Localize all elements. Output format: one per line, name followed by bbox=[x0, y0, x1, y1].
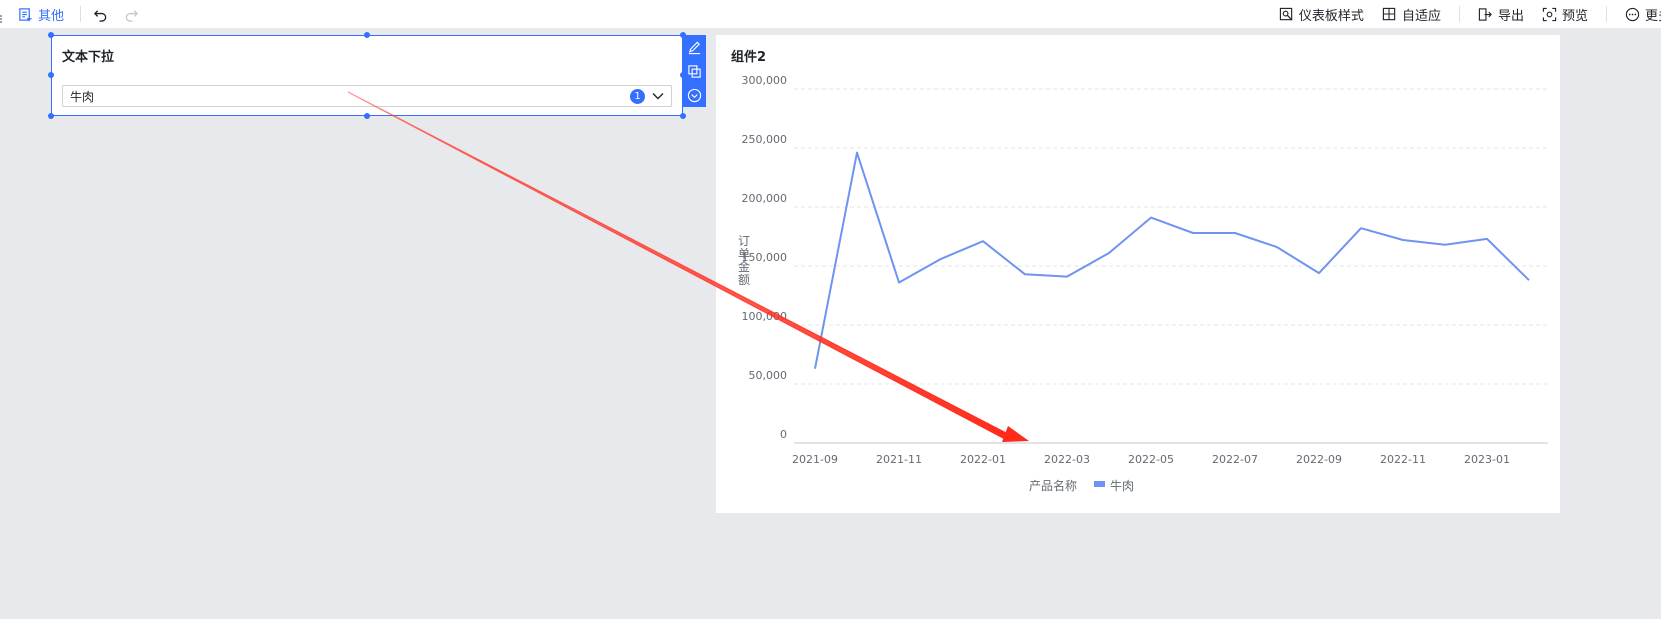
x-tick-label: 2022-03 bbox=[1044, 453, 1090, 466]
x-tick-label: 2022-05 bbox=[1128, 453, 1174, 466]
dashboard-style-button[interactable]: 仪表板样式 bbox=[1279, 5, 1364, 24]
resize-handle-top-center[interactable] bbox=[364, 32, 370, 38]
grid-lines bbox=[794, 88, 1548, 385]
toolbar-divider-right-2 bbox=[1605, 6, 1607, 22]
dashboard-style-icon bbox=[1279, 7, 1293, 21]
selected-count-badge: 1 bbox=[630, 88, 645, 104]
x-tick-label: 2021-09 bbox=[792, 453, 838, 466]
x-tick-label: 2023-01 bbox=[1464, 453, 1510, 466]
y-tick-label: 300,000 bbox=[742, 74, 788, 87]
toolbar-left-group: 其他 bbox=[0, 0, 139, 28]
series-line[interactable] bbox=[814, 151, 1530, 369]
more-icon bbox=[1625, 7, 1640, 21]
other-button[interactable]: 其他 bbox=[18, 5, 64, 24]
resize-handle-bottom-left[interactable] bbox=[48, 113, 54, 119]
collapse-circle-icon[interactable] bbox=[687, 88, 702, 103]
filter-select[interactable]: 牛肉 1 bbox=[62, 85, 672, 107]
x-tick-label: 2022-01 bbox=[960, 453, 1006, 466]
legend-label[interactable]: 牛肉 bbox=[1110, 478, 1134, 493]
more-label: 更多 bbox=[1644, 8, 1661, 24]
export-label: 导出 bbox=[1497, 8, 1524, 24]
copy-icon[interactable] bbox=[687, 64, 702, 79]
text-dropdown-filter-card[interactable]: 文本下拉 牛肉 1 bbox=[51, 35, 683, 116]
toolbar-right-group: 仪表板样式 自适应 导出 预览 更 bbox=[1279, 0, 1661, 28]
y-tick-label: 100,000 bbox=[742, 310, 788, 323]
x-tick-label: 2022-11 bbox=[1380, 453, 1426, 466]
x-tick-label: 2022-09 bbox=[1296, 453, 1342, 466]
y-tick-label: 50,000 bbox=[749, 369, 788, 382]
chart-legend: 产品名称 牛肉 bbox=[1029, 478, 1134, 493]
preview-label: 预览 bbox=[1561, 8, 1588, 24]
x-tick-label: 2022-07 bbox=[1212, 453, 1258, 466]
adaptive-button[interactable]: 自适应 bbox=[1382, 5, 1441, 24]
redo-icon[interactable] bbox=[124, 7, 139, 22]
menu-icon[interactable] bbox=[0, 9, 3, 23]
other-label: 其他 bbox=[38, 8, 65, 24]
adaptive-icon bbox=[1382, 7, 1396, 20]
export-button[interactable]: 导出 bbox=[1478, 5, 1524, 24]
y-tick-label: 200,000 bbox=[742, 192, 788, 205]
dashboard-style-label: 仪表板样式 bbox=[1298, 8, 1364, 24]
component-side-toolbar bbox=[683, 35, 706, 107]
adaptive-label: 自适应 bbox=[1401, 8, 1441, 24]
toolbar-divider bbox=[80, 6, 82, 22]
legend-swatch bbox=[1094, 481, 1105, 487]
undo-icon[interactable] bbox=[93, 7, 108, 22]
toolbar: 其他 仪表板样式 自适应 导出 预览 更 bbox=[0, 0, 1661, 29]
more-button[interactable]: 更多 bbox=[1625, 5, 1661, 24]
x-axis-ticks: 2021-09 2021-11 2022-01 2022-03 2022-05 2022-… bbox=[792, 453, 1510, 466]
toolbar-divider-right bbox=[1458, 6, 1460, 22]
filter-selected-value: 牛肉 bbox=[70, 89, 95, 104]
filter-title: 文本下拉 bbox=[62, 50, 115, 65]
line-chart-card[interactable]: 组件2 0 50,000 100,000 150,000 200,000 250,000 3… bbox=[716, 35, 1560, 513]
resize-handle-bottom-center[interactable] bbox=[364, 113, 370, 119]
y-axis-label: 订单金额 bbox=[738, 234, 750, 287]
export-icon bbox=[1478, 7, 1492, 21]
resize-handle-bottom-right[interactable] bbox=[680, 113, 686, 119]
preview-button[interactable]: 预览 bbox=[1542, 5, 1588, 24]
preview-icon bbox=[1542, 7, 1557, 21]
resize-handle-middle-left[interactable] bbox=[48, 72, 54, 78]
chevron-down-icon[interactable] bbox=[651, 89, 665, 103]
line-chart: 050,000100,000150,000200,000250,000300,0… bbox=[738, 74, 1548, 493]
x-tick-label: 2021-11 bbox=[876, 453, 922, 466]
series-layer bbox=[814, 151, 1530, 369]
resize-handle-top-left[interactable] bbox=[48, 32, 54, 38]
y-tick-label: 0 bbox=[780, 428, 787, 441]
y-tick-label: 250,000 bbox=[742, 133, 788, 146]
other-icon bbox=[19, 7, 32, 21]
legend-title: 产品名称 bbox=[1029, 478, 1077, 493]
edit-icon[interactable] bbox=[687, 40, 702, 55]
